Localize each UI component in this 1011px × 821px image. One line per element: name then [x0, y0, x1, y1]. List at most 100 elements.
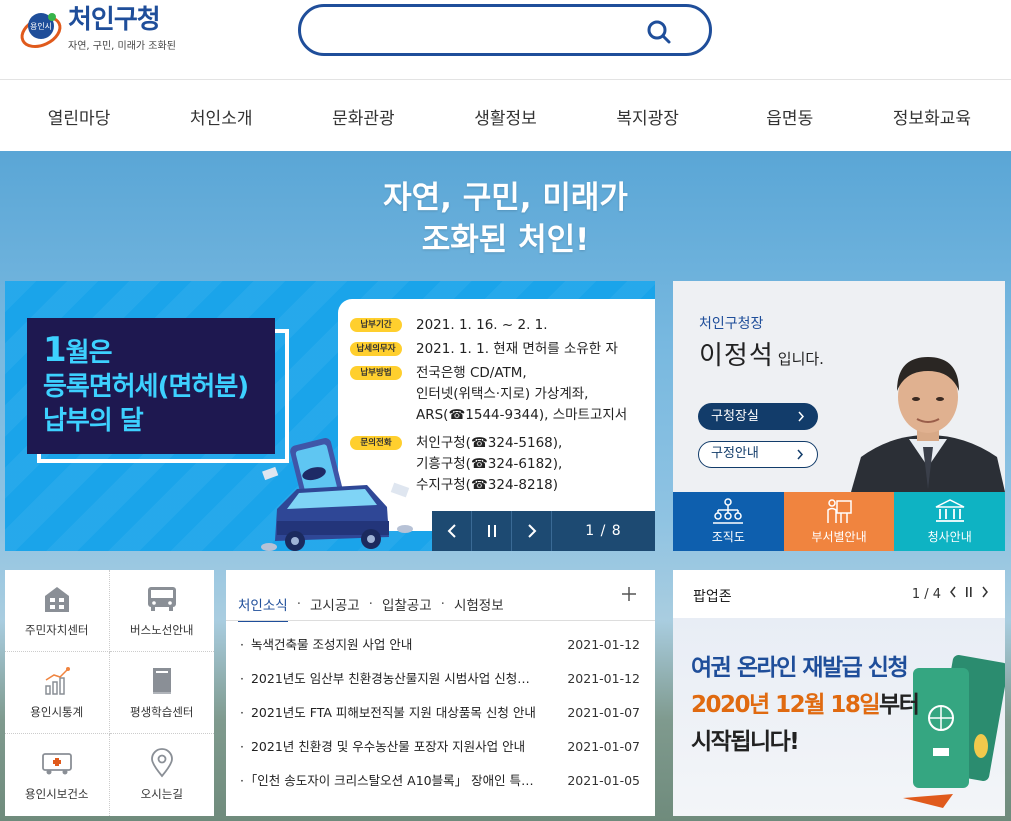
org-chart-label: 조직도 [711, 530, 745, 544]
news-item[interactable]: 「인천 송도자이 크리스탈오션 A10블록」 장애인 특별공급 안내 2021-… [240, 764, 640, 798]
pause-icon [966, 587, 972, 597]
tab-exam-info[interactable]: 시험정보 [454, 594, 504, 614]
quick-bus-route[interactable]: 버스노선안내 [109, 570, 214, 652]
quick-directions[interactable]: 오시는길 [110, 734, 215, 816]
popup-banner-text: 여권 온라인 재발급 신청 2020년 12월 18일부터 시작됩니다! [691, 650, 920, 761]
popup-line3: 시작됩니다! [691, 729, 800, 755]
search-icon [647, 20, 671, 44]
news-item[interactable]: 2021년도 임산부 친환경농산물지원 시범사업 신청자 모집 2021-01-… [240, 662, 640, 696]
news-item-date: 2021-01-05 [567, 773, 640, 788]
banner-next-button[interactable] [512, 511, 552, 551]
mayor-name: 이정석 [699, 341, 774, 371]
popup-pause-button[interactable] [965, 586, 973, 602]
district-guide-button[interactable]: 구정안내 [698, 441, 818, 468]
department-guide-label: 부서별안내 [811, 530, 867, 544]
chevron-right-icon [797, 403, 805, 440]
building-icon [935, 499, 965, 522]
news-item[interactable]: 2021년도 FTA 피해보전직불 지원 대상품목 신청 안내 2021-01-… [240, 696, 640, 730]
department-guide-link[interactable]: 부서별안내 [783, 492, 895, 551]
nav-item-districts[interactable]: 읍면동 [720, 104, 860, 129]
tab-cheoin-news[interactable]: 처인소식 [238, 594, 288, 622]
info-row-taxpayer: 납세의무자 2021. 1. 1. 현재 면허를 소유한 자 [350, 339, 618, 360]
info-value: 처인구청(☎324-5168), 기흥구청(☎324-6182), 수지구청(☎… [416, 435, 563, 493]
popup-zone-title: 팝업존 [693, 589, 732, 605]
banner-pause-button[interactable] [472, 511, 512, 551]
ambulance-icon [41, 753, 72, 775]
info-row-period: 납부기간 2021. 1. 16. ~ 2. 1. [350, 315, 548, 336]
chevron-right-icon [527, 524, 536, 538]
popup-next-button[interactable] [981, 586, 989, 602]
info-row-method: 납부방법 전국은행 CD/ATM, 인터넷(위택스·지로) 가상계좌, ARS(… [350, 363, 627, 426]
headline-line3: 납부의 달 [43, 406, 144, 436]
search-input[interactable] [321, 17, 621, 43]
chevron-left-icon [447, 524, 456, 538]
quick-label: 오시는길 [140, 787, 183, 801]
pause-icon [487, 525, 496, 537]
quick-city-statistics[interactable]: 용인시통계 [5, 652, 110, 734]
quick-health-center[interactable]: 용인시보건소 [5, 734, 110, 816]
nav-item-welfare[interactable]: 복지광장 [578, 104, 718, 129]
mayor-card: 처인구청장 이정석 입니다. 구청장실 구정안내 [673, 281, 1005, 492]
popup-line1: 여권 온라인 재발급 신청 [691, 655, 909, 681]
search-button[interactable] [645, 18, 673, 46]
info-tag: 납부기간 [350, 318, 402, 332]
org-chart-icon [713, 498, 744, 524]
nav-item-about[interactable]: 처인소개 [151, 104, 291, 129]
tab-public-notice[interactable]: 고시공고 [310, 594, 360, 614]
mayor-name-line: 이정석 입니다. [699, 335, 824, 372]
banner-pager: 1 / 8 [585, 523, 622, 539]
main-banner[interactable]: 1월은 등록면허세(면허분) 납부의 달 납부기간 2021. 1. 16. ~… [5, 281, 655, 551]
plus-icon [622, 587, 636, 601]
headline-month-number: 1 [43, 330, 67, 370]
mayor-portrait [851, 357, 1005, 492]
hero-title-line2: 조화된 처인! [421, 222, 590, 258]
chevron-right-icon [796, 442, 804, 476]
quick-community-center[interactable]: 주민자치센터 [5, 570, 110, 652]
popup-banner-passport[interactable]: 여권 온라인 재발급 신청 2020년 12월 18일부터 시작됩니다! [673, 618, 1005, 816]
logo-subtitle: 자연, 구민, 미래가 조화된 [68, 41, 176, 52]
headline-line2: 등록면허세(면허분) [43, 372, 249, 402]
news-item-date: 2021-01-07 [567, 739, 640, 754]
news-item-title: 「인천 송도자이 크리스탈오션 A10블록」 장애인 특별공급 안내 [240, 764, 540, 798]
nav-item-life-info[interactable]: 생활정보 [435, 104, 575, 129]
logo-badge-text: 용인시 [30, 21, 52, 31]
quick-label: 버스노선안내 [130, 622, 194, 637]
news-item-date: 2021-01-12 [567, 671, 640, 686]
bus-icon [147, 586, 176, 611]
mayor-office-label: 구청장실 [711, 409, 759, 424]
news-more-button[interactable] [621, 583, 637, 608]
chevron-right-icon [982, 586, 988, 598]
quick-lifelong-learning[interactable]: 평생학습센터 [109, 652, 214, 734]
quick-label: 용인시통계 [30, 704, 84, 719]
mayor-office-button[interactable]: 구청장실 [698, 403, 818, 430]
book-icon [152, 667, 171, 694]
search-bar [298, 4, 712, 56]
site-header: 용인시 처인구청 자연, 구민, 미래가 조화된 [0, 0, 1011, 80]
tab-bid-notice[interactable]: 입찰공고 [382, 594, 432, 614]
building-guide-link[interactable]: 청사안내 [894, 492, 1006, 551]
banner-prev-button[interactable] [432, 511, 472, 551]
news-divider [226, 620, 655, 621]
site-logo[interactable]: 용인시 처인구청 자연, 구민, 미래가 조화된 [18, 6, 176, 52]
popup-line2-rest: 부터 [879, 692, 920, 718]
news-item[interactable]: 녹색건축물 조성지원 사업 안내 2021-01-12 [240, 628, 640, 662]
main-nav: 열린마당 처인소개 문화관광 생활정보 복지광장 읍면동 정보화교육 [0, 81, 1011, 151]
news-tabs: 처인소식 · 고시공고 · 입찰공고 · 시험정보 [238, 586, 504, 622]
hero-title: 자연, 구민, 미래가 조화된 처인! [0, 177, 1011, 261]
quick-menu-grid: 주민자치센터 버스노선안내 용인시통계 평생학습센터 용인시보건소 오시는길 [5, 570, 214, 816]
news-board: 처인소식 · 고시공고 · 입찰공고 · 시험정보 녹색건축물 조성지원 사업 … [226, 570, 655, 816]
car-phone-illustration-icon [261, 438, 413, 551]
hero-title-line1: 자연, 구민, 미래가 [383, 180, 628, 216]
news-item[interactable]: 2021년 친환경 및 우수농산물 포장자 지원사업 안내 2021-01-07 [240, 730, 640, 764]
nav-item-open-forum[interactable]: 열린마당 [9, 104, 149, 129]
banner-controls: 1 / 8 [432, 511, 655, 551]
nav-item-it-education[interactable]: 정보화교육 [862, 104, 1002, 129]
org-chart-link[interactable]: 조직도 [673, 492, 784, 551]
popup-prev-button[interactable] [949, 586, 957, 602]
district-guide-label: 구정안내 [711, 446, 759, 461]
mayor-subtitle: 처인구청장 [699, 316, 764, 332]
department-icon [827, 499, 852, 523]
nav-item-culture-tourism[interactable]: 문화관광 [293, 104, 433, 129]
community-building-icon [44, 586, 69, 612]
quick-label: 평생학습센터 [130, 704, 194, 719]
